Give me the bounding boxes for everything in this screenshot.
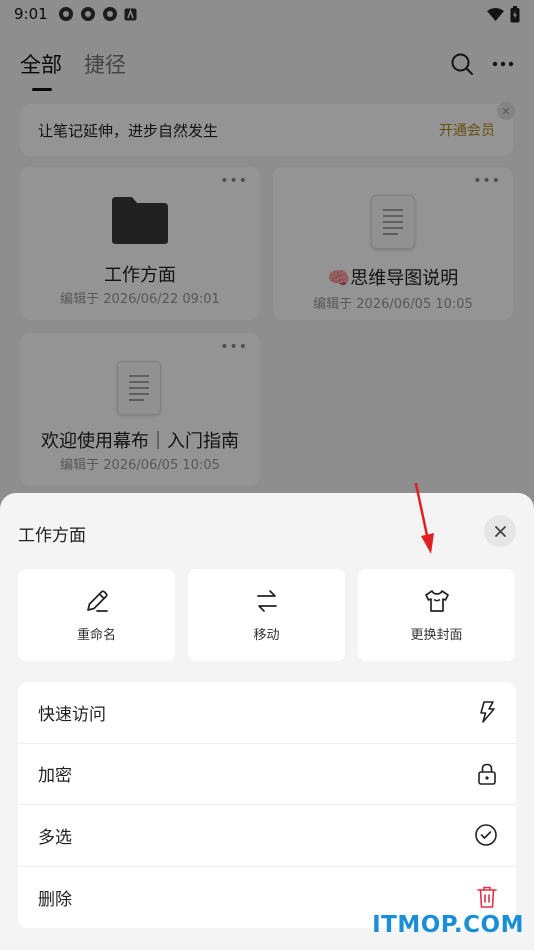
menu-item-label: 多选 [38,827,72,848]
menu-item-label: 删除 [38,889,72,910]
menu-list: 快速访问 加密 多选 删除 [18,682,516,928]
menu-item-quick-access[interactable]: 快速访问 [18,682,516,744]
move-label: 移动 [253,627,280,643]
rename-button[interactable]: 重命名 [18,569,175,661]
menu-item-label: 加密 [38,766,72,787]
close-icon [494,525,506,537]
action-sheet: 工作方面 重命名 移动 更换封面 快速访问 加密 多选 删除 [0,493,534,950]
rename-label: 重命名 [76,627,116,643]
pencil-icon [86,589,108,612]
change-cover-label: 更换封面 [410,627,463,643]
shirt-icon [424,589,449,612]
check-circle-icon [475,824,497,847]
action-grid: 重命名 移动 更换封面 [18,569,515,661]
close-sheet-button[interactable] [484,515,516,547]
menu-item-encrypt[interactable]: 加密 [18,744,516,805]
sheet-title: 工作方面 [18,526,86,546]
swap-arrows-icon [256,589,277,612]
lightning-icon [480,701,495,724]
trash-icon [477,886,497,909]
lock-icon [478,763,496,785]
menu-item-multiselect[interactable]: 多选 [18,805,516,867]
move-button[interactable]: 移动 [188,569,345,661]
menu-item-label: 快速访问 [38,704,106,725]
watermark: ITMOP.COM [372,912,524,938]
change-cover-button[interactable]: 更换封面 [358,569,515,661]
